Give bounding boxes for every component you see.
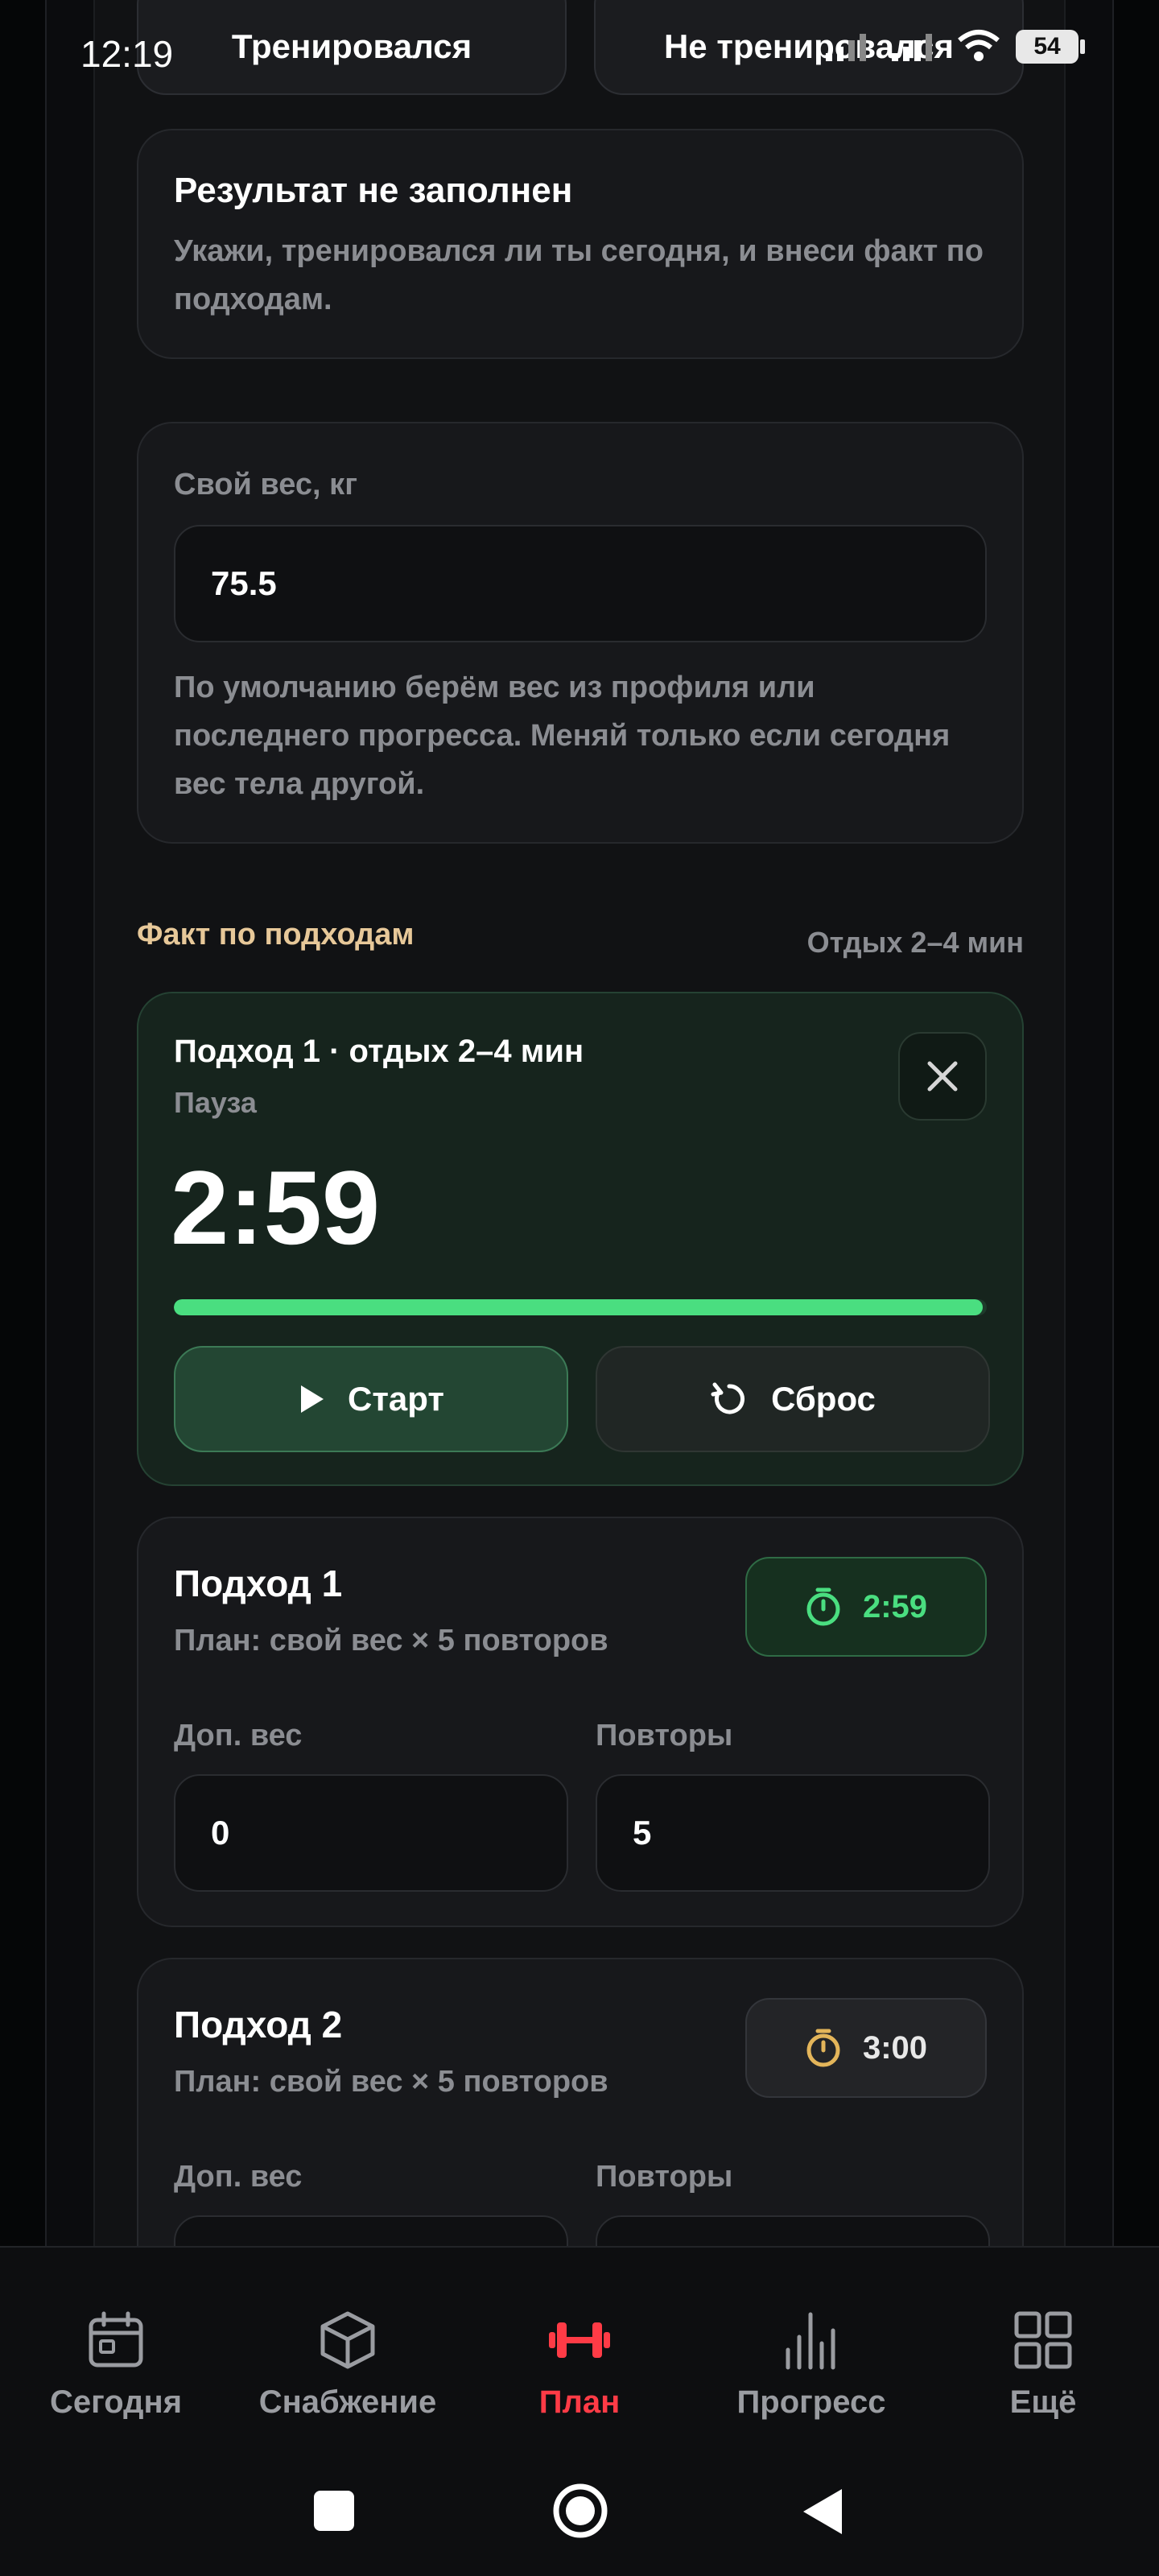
set-timer-chip[interactable]: 2:59 xyxy=(745,1557,987,1657)
sets-rest-label: Отдых 2–4 мин xyxy=(806,926,1024,959)
extra-weight-label: Доп. вес xyxy=(174,1719,303,1752)
battery-indicator: 54 xyxy=(1016,30,1085,64)
body-weight-hint: По умолчанию берём вес из профиля или по… xyxy=(174,671,951,801)
close-timer-button[interactable] xyxy=(898,1032,987,1121)
trained-button[interactable]: Тренировался xyxy=(137,0,567,95)
nav-more[interactable]: Ещё xyxy=(927,2304,1159,2421)
home-icon[interactable] xyxy=(552,2483,608,2539)
nav-progress[interactable]: Прогресс xyxy=(695,2304,927,2421)
result-title: Результат не заполнен xyxy=(174,171,573,210)
nav-today[interactable]: Сегодня xyxy=(0,2304,232,2421)
set-title: Подход 1 xyxy=(174,1563,343,1604)
reps-label: Повторы xyxy=(596,2160,733,2194)
nav-label: Сегодня xyxy=(49,2384,183,2420)
nav-label: План xyxy=(538,2384,621,2420)
timer-state: Пауза xyxy=(174,1086,257,1119)
reset-icon xyxy=(711,1382,745,1414)
signal-icon xyxy=(826,34,866,61)
result-text: Укажи, тренировался ли ты сегодня, и вне… xyxy=(174,234,984,316)
nav-plan[interactable]: План xyxy=(464,2304,695,2421)
reps-input[interactable]: 5 xyxy=(596,1774,990,1892)
extra-weight-label: Доп. вес xyxy=(174,2160,303,2194)
body-weight-label: Свой вес, кг xyxy=(174,468,358,502)
body-weight-card: Свой вес, кг 75.5 По умолчанию берём вес… xyxy=(137,422,1024,844)
bar-chart-icon xyxy=(786,2312,835,2370)
reset-label: Сброс xyxy=(771,1380,876,1418)
dumbbell-icon xyxy=(549,2322,610,2358)
play-icon xyxy=(301,1385,324,1413)
set-plan: План: свой вес × 5 повторов xyxy=(174,1624,608,1657)
back-icon[interactable] xyxy=(800,2487,845,2536)
sets-section-title: Факт по подходам xyxy=(137,918,415,952)
nav-supply[interactable]: Снабжение xyxy=(232,2304,464,2421)
timer-display: 2:59 xyxy=(171,1149,381,1266)
result-card: Результат не заполнен Укажи, тренировалс… xyxy=(137,129,1024,359)
box-icon xyxy=(320,2311,375,2369)
stopwatch-icon xyxy=(806,2029,840,2067)
set-plan: План: свой вес × 5 повторов xyxy=(174,2065,608,2099)
status-icons: 54 xyxy=(824,29,1085,64)
timer-progress-bar xyxy=(174,1299,987,1315)
set-timer-value: 2:59 xyxy=(862,1588,928,1624)
set-card: Подход 1 План: свой вес × 5 повторов 2:5… xyxy=(137,1517,1024,1927)
nav-label: Прогресс xyxy=(736,2384,886,2420)
system-nav xyxy=(0,2471,1159,2552)
status-time: 12:19 xyxy=(80,33,174,75)
set-title: Подход 2 xyxy=(174,2004,343,2046)
timer-title: Подход 1 · отдых 2–4 мин xyxy=(174,1034,584,1069)
wifi-icon xyxy=(958,30,1000,61)
rest-timer-card: Подход 1 · отдых 2–4 мин Пауза 2:59 Стар… xyxy=(137,992,1024,1486)
calendar-icon xyxy=(89,2311,143,2368)
timer-start-button[interactable]: Старт xyxy=(174,1346,568,1452)
set-timer-value: 3:00 xyxy=(862,2029,928,2066)
nav-label: Ещё xyxy=(1009,2384,1077,2420)
recents-icon[interactable] xyxy=(312,2489,356,2533)
close-icon xyxy=(927,1061,958,1092)
stopwatch-icon xyxy=(806,1587,840,1626)
start-label: Старт xyxy=(348,1380,444,1418)
body-weight-input[interactable]: 75.5 xyxy=(174,525,987,642)
timer-reset-button[interactable]: Сброс xyxy=(596,1346,990,1452)
set-timer-chip[interactable]: 3:00 xyxy=(745,1998,987,2098)
extra-weight-input[interactable]: 0 xyxy=(174,1774,568,1892)
grid-icon xyxy=(1014,2311,1072,2369)
timer-progress-fill xyxy=(174,1299,983,1315)
reps-label: Повторы xyxy=(596,1719,733,1752)
nav-label: Снабжение xyxy=(258,2384,437,2420)
signal-icon-2 xyxy=(892,34,932,61)
